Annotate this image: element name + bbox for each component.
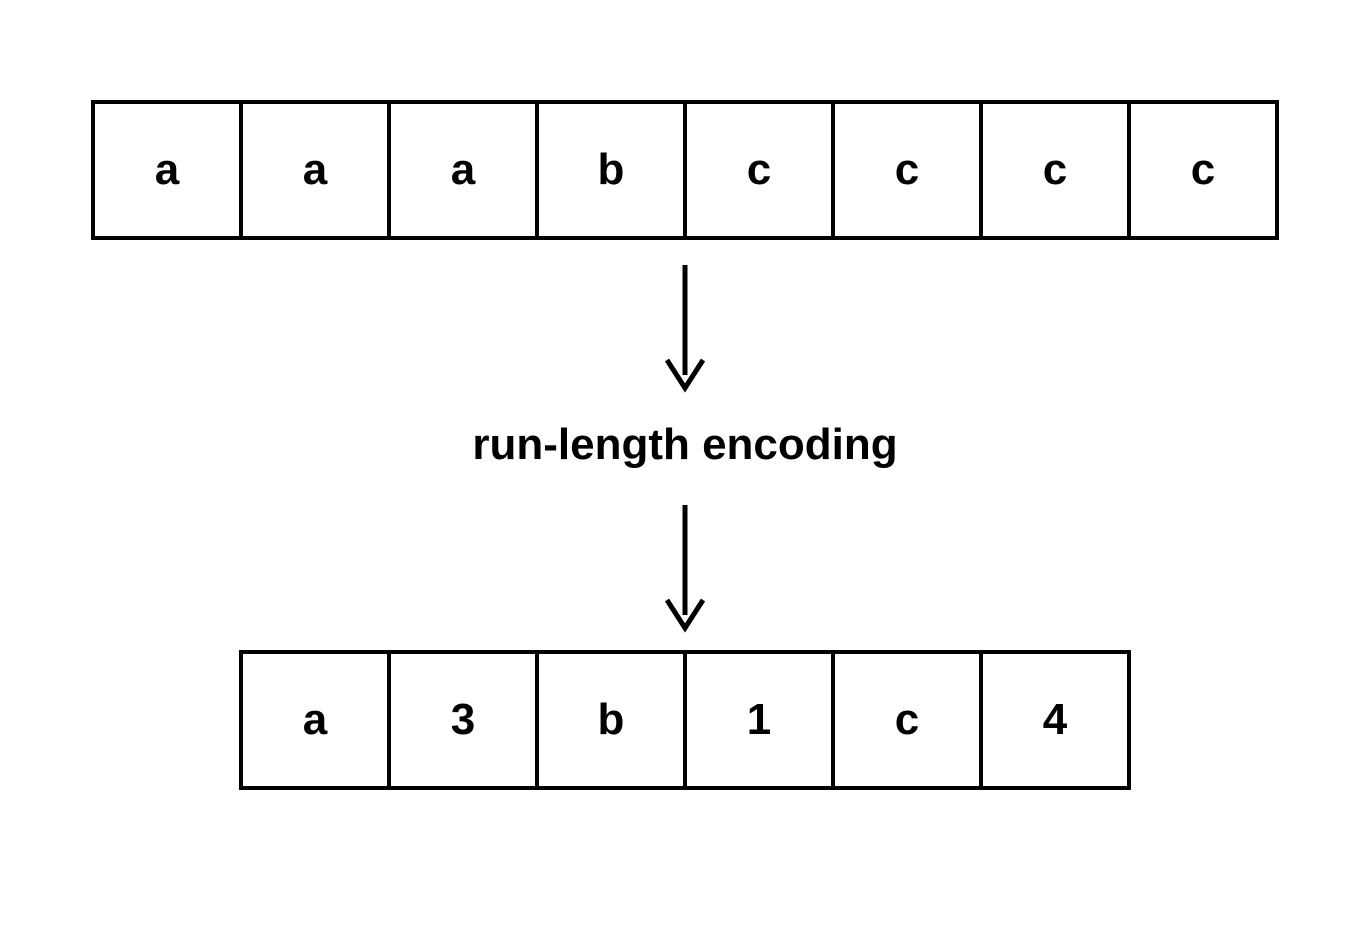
output-cell: 4 xyxy=(979,650,1131,790)
output-cell: c xyxy=(831,650,983,790)
input-cell: a xyxy=(387,100,539,240)
output-cell: 1 xyxy=(683,650,835,790)
output-cell: 3 xyxy=(387,650,539,790)
input-cell: a xyxy=(91,100,243,240)
input-cell: c xyxy=(683,100,835,240)
input-cell: b xyxy=(535,100,687,240)
output-array: a3b1c4 xyxy=(239,650,1131,790)
input-cell: c xyxy=(979,100,1131,240)
encoding-label: run-length encoding xyxy=(472,420,897,470)
down-arrow-icon xyxy=(655,500,715,640)
down-arrow-icon xyxy=(655,260,715,400)
arrow-bottom xyxy=(655,500,715,640)
input-cell: c xyxy=(831,100,983,240)
input-array: aaabcccc xyxy=(91,100,1279,240)
output-cell: a xyxy=(239,650,391,790)
arrow-top xyxy=(655,260,715,400)
input-cell: c xyxy=(1127,100,1279,240)
output-cell: b xyxy=(535,650,687,790)
input-cell: a xyxy=(239,100,391,240)
